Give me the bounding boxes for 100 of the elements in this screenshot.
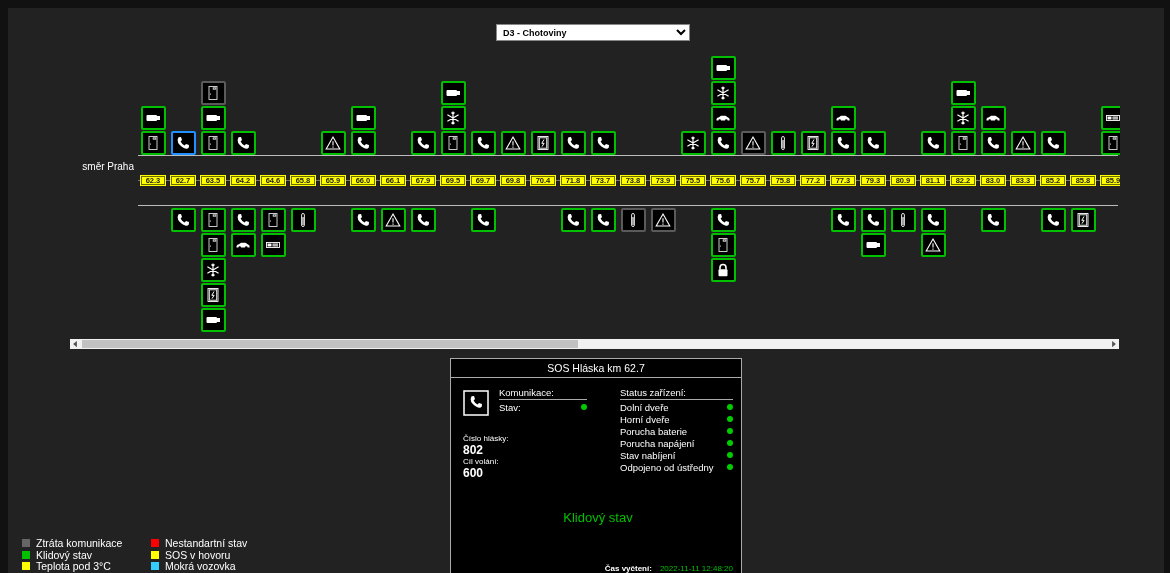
device-tile[interactable] (230, 130, 256, 155)
device-tile[interactable] (680, 130, 706, 155)
device-tile[interactable] (170, 130, 196, 155)
device-tile[interactable] (200, 307, 226, 332)
device-tile[interactable] (320, 130, 346, 155)
device-tile[interactable] (440, 130, 466, 155)
device-tile[interactable] (710, 55, 736, 80)
device-tile[interactable] (590, 207, 616, 232)
phone-icon (835, 134, 851, 151)
phone-icon (595, 211, 611, 228)
device-tile[interactable] (710, 232, 736, 257)
device-tile[interactable] (290, 207, 316, 232)
device-tile[interactable] (530, 130, 556, 155)
device-tile[interactable] (590, 130, 616, 155)
status-label: Horní dveře (620, 413, 670, 425)
device-tile[interactable] (920, 207, 946, 232)
device-tile[interactable] (470, 207, 496, 232)
device-tile[interactable] (230, 232, 256, 257)
legend-label: SOS v hovoru (165, 548, 231, 561)
lightning-panel-icon (205, 286, 221, 303)
device-tile[interactable] (710, 130, 736, 155)
device-tile[interactable] (710, 80, 736, 105)
device-tile[interactable] (200, 130, 226, 155)
road-select[interactable]: D3 - Chotoviny (496, 24, 690, 41)
phone-icon (865, 134, 881, 151)
phone-icon (1045, 211, 1061, 228)
device-tile[interactable] (1040, 207, 1066, 232)
device-tile[interactable] (710, 207, 736, 232)
device-tile[interactable] (1010, 130, 1036, 155)
status-label: Dolní dveře (620, 401, 669, 413)
door-icon (955, 134, 971, 151)
device-tile[interactable] (440, 105, 466, 130)
device-tile[interactable] (950, 130, 976, 155)
door-icon (145, 134, 161, 151)
device-tile[interactable] (560, 207, 586, 232)
phone-icon (715, 134, 731, 151)
device-tile[interactable] (260, 232, 286, 257)
snowflake-icon (685, 134, 701, 151)
device-tile[interactable] (830, 105, 856, 130)
device-tile[interactable] (710, 105, 736, 130)
horizontal-scrollbar[interactable] (70, 339, 1119, 349)
device-tile[interactable] (950, 80, 976, 105)
device-tile[interactable] (920, 130, 946, 155)
device-tile[interactable] (650, 207, 676, 232)
device-tile[interactable] (440, 80, 466, 105)
device-tile[interactable] (620, 207, 646, 232)
device-tile[interactable] (860, 232, 886, 257)
device-tile[interactable] (1070, 207, 1096, 232)
device-tile[interactable] (380, 207, 406, 232)
device-tile[interactable] (1100, 105, 1120, 130)
device-tile[interactable] (500, 130, 526, 155)
device-tile[interactable] (560, 130, 586, 155)
device-tile[interactable] (200, 282, 226, 307)
device-tile[interactable] (200, 207, 226, 232)
device-tile[interactable] (980, 130, 1006, 155)
phone-icon (235, 134, 251, 151)
phone-icon (565, 134, 581, 151)
device-tile[interactable] (350, 207, 376, 232)
device-tile[interactable] (410, 130, 436, 155)
door-icon (205, 84, 221, 101)
device-tile[interactable] (950, 105, 976, 130)
device-tile[interactable] (740, 130, 766, 155)
device-tile[interactable] (260, 207, 286, 232)
device-tile[interactable] (200, 105, 226, 130)
phone-icon (865, 211, 881, 228)
device-tile[interactable] (830, 207, 856, 232)
device-tile[interactable] (350, 130, 376, 155)
device-tile[interactable] (200, 232, 226, 257)
scrollbar-thumb[interactable] (82, 340, 578, 348)
read-time: 2022-11-11 12:48:20 (659, 564, 733, 573)
device-tile[interactable] (410, 207, 436, 232)
target-value: 600 (463, 466, 485, 480)
phone-icon (1045, 134, 1061, 151)
legend-label: Klidový stav (36, 548, 93, 561)
device-tile[interactable] (890, 207, 916, 232)
device-tile[interactable] (800, 130, 826, 155)
device-tile[interactable] (140, 130, 166, 155)
state-label: Stav: (499, 401, 521, 413)
device-tile[interactable] (1040, 130, 1066, 155)
device-tile[interactable] (1100, 130, 1120, 155)
device-tile[interactable] (200, 257, 226, 282)
device-tile[interactable] (860, 207, 886, 232)
device-tile[interactable] (350, 105, 376, 130)
device-tile[interactable] (770, 130, 796, 155)
lightning-panel-icon (535, 134, 551, 151)
device-tile[interactable] (830, 130, 856, 155)
device-tile[interactable] (860, 130, 886, 155)
device-tile[interactable] (980, 207, 1006, 232)
device-tile[interactable] (980, 105, 1006, 130)
device-tile[interactable] (710, 257, 736, 282)
door-icon (205, 134, 221, 151)
door-icon (445, 134, 461, 151)
device-tile[interactable] (140, 105, 166, 130)
device-tile[interactable] (470, 130, 496, 155)
phone-icon (355, 211, 371, 228)
device-tile[interactable] (920, 232, 946, 257)
device-tile[interactable] (230, 207, 256, 232)
device-tile[interactable] (170, 207, 196, 232)
device-tile[interactable] (200, 80, 226, 105)
snowflake-icon (205, 261, 221, 278)
